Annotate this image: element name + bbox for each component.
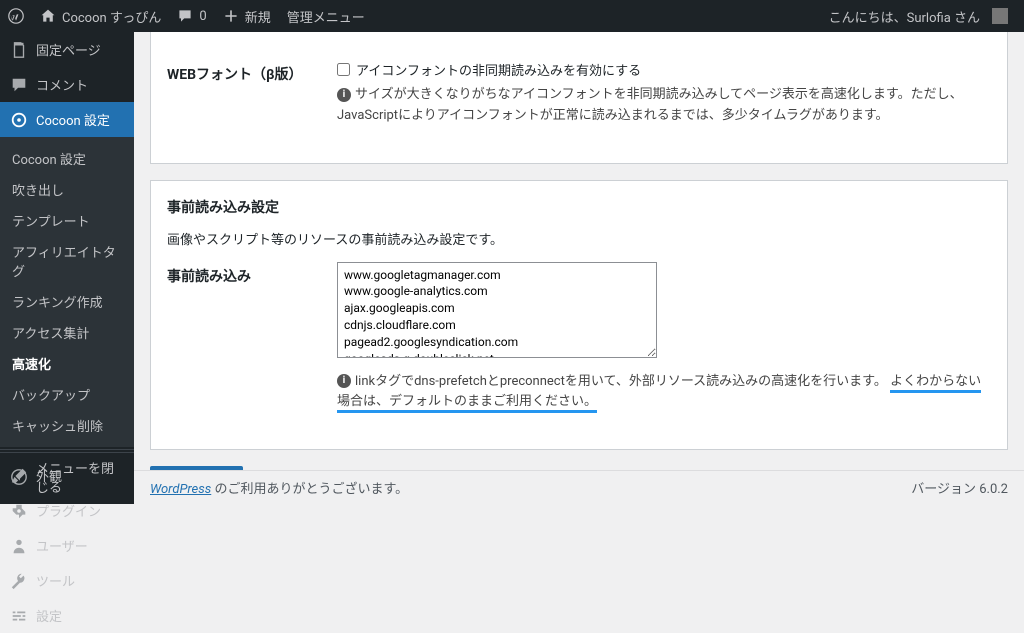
panel-webfont: WEBフォント（β版） アイコンフォントの非同期読み込みを有効にする iサイズが… xyxy=(150,32,1008,164)
comments-item[interactable]: 0 xyxy=(169,0,214,32)
panel-prefetch: 事前読み込み設定 画像やスクリプト等のリソースの事前読み込み設定です。 事前読み… xyxy=(150,180,1008,451)
sliders-icon xyxy=(10,607,28,625)
menu-users[interactable]: ユーザー xyxy=(0,528,134,563)
menu-pages[interactable]: 固定ページ xyxy=(0,32,134,67)
prefetch-section-desc: 画像やスクリプト等のリソースの事前読み込み設定です。 xyxy=(167,229,991,248)
sub-access-stats[interactable]: アクセス集計 xyxy=(0,317,134,348)
webfont-field: アイコンフォントの非同期読み込みを有効にする iサイズが大きくなりがちなアイコン… xyxy=(337,60,991,127)
footer: WordPress のご利用ありがとうございます。 バージョン 6.0.2 xyxy=(134,470,1024,504)
prefetch-help: i linkタグでdns-prefetchとpreconnectを用いて、外部リソ… xyxy=(337,372,991,414)
footer-thanks: のご利用ありがとうございます。 xyxy=(211,482,408,497)
plus-icon xyxy=(223,8,239,24)
webfont-help-text: サイズが大きくなりがちなアイコンフォントを非同期読み込みしてページ表示を高速化し… xyxy=(337,87,963,123)
admin-toolbar: Cocoon すっぴん 0 新規 管理メニュー こんにちは、Surlofia さ… xyxy=(0,0,1024,32)
sub-ranking[interactable]: ランキング作成 xyxy=(0,286,134,317)
tool-icon xyxy=(10,572,28,590)
prefetch-field: i linkタグでdns-prefetchとpreconnectを用いて、外部リソ… xyxy=(337,262,991,414)
wordpress-link[interactable]: WordPress xyxy=(150,482,211,497)
menu-settings[interactable]: 設定 xyxy=(0,598,134,633)
sub-speech-balloon[interactable]: 吹き出し xyxy=(0,174,134,205)
menu-label: 固定ページ xyxy=(36,40,101,59)
sub-template[interactable]: テンプレート xyxy=(0,205,134,236)
menu-label: 設定 xyxy=(36,606,62,625)
webfont-label: WEBフォント（β版） xyxy=(167,60,337,84)
footer-left: WordPress のご利用ありがとうございます。 xyxy=(150,478,408,497)
content-area: WEBフォント（β版） アイコンフォントの非同期読み込みを有効にする iサイズが… xyxy=(134,32,1024,504)
wordpress-icon xyxy=(8,8,24,24)
menu-label: ツール xyxy=(36,571,75,590)
menu-cocoon-settings[interactable]: Cocoon 設定 xyxy=(0,102,134,137)
plugin-icon xyxy=(10,502,28,520)
admin-menu-item[interactable]: 管理メニュー xyxy=(279,0,373,32)
new-item[interactable]: 新規 xyxy=(215,0,279,32)
info-icon: i xyxy=(337,88,351,102)
home-icon xyxy=(40,8,56,24)
prefetch-textarea[interactable] xyxy=(337,262,657,358)
menu-label: コメント xyxy=(36,75,88,94)
comment-menu-icon xyxy=(10,76,28,94)
info-icon: i xyxy=(337,374,351,388)
collapse-icon xyxy=(10,468,28,486)
menu-label: Cocoon 設定 xyxy=(36,110,110,129)
user-icon xyxy=(10,537,28,555)
page-icon xyxy=(10,41,28,59)
admin-menu-label: 管理メニュー xyxy=(287,7,365,26)
sub-cocoon-settings[interactable]: Cocoon 設定 xyxy=(0,143,134,174)
sub-backup[interactable]: バックアップ xyxy=(0,379,134,410)
comment-icon xyxy=(177,8,193,24)
cocoon-icon xyxy=(10,111,28,129)
toolbar-left: Cocoon すっぴん 0 新規 管理メニュー xyxy=(0,0,373,32)
greeting-text: こんにちは、Surlofia さん xyxy=(829,7,980,26)
menu-label: ユーザー xyxy=(36,536,88,555)
webfont-checkbox-label: アイコンフォントの非同期読み込みを有効にする xyxy=(356,60,641,79)
sub-affiliate-tag[interactable]: アフィリエイトタグ xyxy=(0,236,134,286)
menu-tools[interactable]: ツール xyxy=(0,563,134,598)
webfont-row: WEBフォント（β版） アイコンフォントの非同期読み込みを有効にする iサイズが… xyxy=(167,60,991,127)
prefetch-label: 事前読み込み xyxy=(167,262,337,286)
comment-count: 0 xyxy=(199,9,206,24)
footer-version: バージョン 6.0.2 xyxy=(911,478,1008,497)
admin-sidebar: 固定ページ コメント Cocoon 設定 Cocoon 設定 吹き出し テンプレ… xyxy=(0,32,134,504)
webfont-async-checkbox[interactable] xyxy=(337,63,350,76)
prefetch-row: 事前読み込み i linkタグでdns-prefetchとpreconnectを用… xyxy=(167,262,991,414)
webfont-checkbox-row: アイコンフォントの非同期読み込みを有効にする xyxy=(337,60,991,79)
prefetch-section-title: 事前読み込み設定 xyxy=(167,197,991,217)
sub-cache-delete[interactable]: キャッシュ削除 xyxy=(0,410,134,441)
site-name-text: Cocoon すっぴん xyxy=(62,7,161,26)
menu-comments[interactable]: コメント xyxy=(0,67,134,102)
new-label: 新規 xyxy=(245,7,271,26)
avatar xyxy=(992,8,1008,24)
wp-logo-item[interactable] xyxy=(0,0,32,32)
toolbar-right: こんにちは、Surlofia さん xyxy=(821,0,1024,32)
site-name-item[interactable]: Cocoon すっぴん xyxy=(32,0,169,32)
webfont-help: iサイズが大きくなりがちなアイコンフォントを非同期読み込みしてページ表示を高速化… xyxy=(337,85,991,127)
greeting-item[interactable]: こんにちは、Surlofia さん xyxy=(821,0,1016,32)
collapse-label: メニューを閉じる xyxy=(36,458,124,496)
submenu-cocoon: Cocoon 設定 吹き出し テンプレート アフィリエイトタグ ランキング作成 … xyxy=(0,137,134,447)
collapse-menu[interactable]: メニューを閉じる xyxy=(0,449,134,504)
sub-speedup[interactable]: 高速化 xyxy=(0,348,134,379)
prefetch-help-prefix: linkタグでdns-prefetchとpreconnectを用いて、外部リソー… xyxy=(355,374,887,389)
